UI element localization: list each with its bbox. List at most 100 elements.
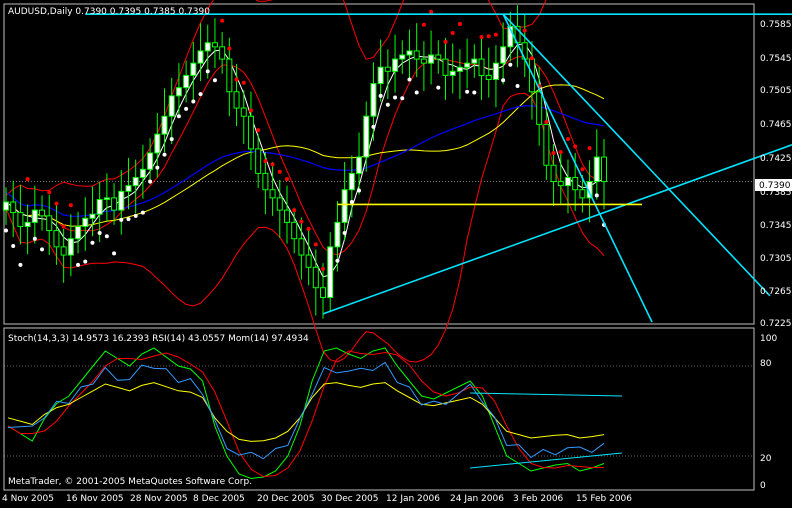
- sar-dot: [25, 177, 30, 182]
- sar-dot: [270, 162, 275, 167]
- candle-body: [39, 209, 46, 217]
- stoch-signal-line: [7, 350, 604, 478]
- candle-body: [31, 209, 38, 223]
- candle-body: [442, 58, 449, 76]
- candle-body: [384, 66, 391, 72]
- candle-body: [492, 62, 499, 80]
- price-label: 0.7585: [760, 20, 792, 30]
- candle-body: [262, 172, 269, 191]
- candle-body: [348, 172, 355, 191]
- sar-dot: [184, 106, 189, 111]
- candle-body: [247, 115, 254, 150]
- chart-window: AUDUSD,Daily 0.7390 0.7395 0.7385 0.7390…: [0, 0, 792, 504]
- oscillators: [4, 347, 754, 480]
- candle-body: [572, 176, 579, 191]
- ma-white: [5, 43, 605, 278]
- candle-body: [233, 91, 240, 109]
- sar-dot: [220, 18, 225, 23]
- sar-dot: [501, 78, 506, 83]
- sar-dot: [385, 102, 390, 107]
- sar-dot: [198, 92, 203, 97]
- sar-dot: [11, 244, 16, 249]
- candle-body: [485, 74, 492, 80]
- sar-dot: [558, 150, 563, 155]
- candle-body: [283, 209, 290, 223]
- date-label: 8 Dec 2005: [193, 494, 245, 504]
- candle-body: [550, 164, 557, 183]
- candle-body: [471, 58, 478, 64]
- sar-dot: [472, 90, 477, 95]
- candle-body: [363, 115, 370, 158]
- sar-dot: [594, 193, 599, 198]
- osc-axis-label: 100: [760, 334, 777, 344]
- candle-body: [435, 54, 442, 60]
- candle-body: [428, 54, 435, 64]
- sar-dot: [176, 114, 181, 119]
- fan-line-steep: [502, 13, 653, 323]
- sar-dot: [465, 89, 470, 94]
- sar-dot: [551, 150, 556, 155]
- sar-dot: [292, 208, 297, 213]
- sar-dot: [248, 108, 253, 113]
- sar-dot: [212, 78, 217, 83]
- date-label: 15 Feb 2006: [576, 494, 632, 504]
- candle-body: [3, 201, 9, 211]
- sar-dot: [68, 203, 73, 208]
- sar-dot: [256, 128, 261, 133]
- candle-body: [593, 156, 600, 183]
- date-axis: 4 Nov 2005 16 Nov 2005 28 Nov 2005 8 Dec…: [2, 494, 632, 504]
- sar-dot: [429, 9, 434, 14]
- candle-body: [183, 74, 190, 89]
- sar-dot: [486, 34, 491, 39]
- current-price-label: 0.7390: [759, 181, 791, 191]
- candle-body: [89, 213, 96, 219]
- candle-body: [211, 42, 218, 48]
- candle-body: [154, 133, 161, 154]
- sar-dot: [371, 124, 376, 129]
- candle-body: [305, 254, 312, 268]
- candle-body: [413, 50, 420, 60]
- candle-body: [320, 287, 327, 299]
- price-axis: 0.7585 0.7545 0.7505 0.7465 0.7425 0.738…: [760, 20, 792, 329]
- sar-dot: [241, 80, 246, 85]
- bollinger-upper: [5, 0, 547, 196]
- sar-dot: [126, 217, 131, 222]
- candle-body: [46, 215, 53, 232]
- candle-body: [226, 58, 233, 93]
- candle-body: [168, 95, 175, 117]
- fan-line-shallow: [502, 13, 771, 297]
- uptrend-line: [322, 144, 792, 315]
- candle-body: [118, 190, 125, 211]
- candle-body: [464, 62, 471, 68]
- sar-dot: [544, 119, 549, 124]
- sar-dot: [61, 224, 66, 229]
- sar-dot: [97, 230, 102, 235]
- sar-dot: [90, 240, 95, 245]
- sar-dot: [155, 165, 160, 170]
- candle-body: [255, 148, 262, 174]
- moving-averages: [5, 43, 605, 278]
- sar-dot: [191, 99, 196, 104]
- osc-axis-label: 20: [760, 454, 772, 464]
- sar-dot: [529, 56, 534, 61]
- sar-dot: [40, 247, 45, 252]
- candle-body: [312, 266, 319, 289]
- price-label: 0.7225: [760, 319, 792, 329]
- sar-dot: [104, 234, 109, 239]
- candle-body: [147, 152, 154, 170]
- date-label: 12 Jan 2006: [386, 494, 440, 504]
- candle-body: [96, 199, 103, 215]
- candle-body: [175, 87, 182, 97]
- sar-dot: [349, 199, 354, 204]
- sar-dot: [573, 144, 578, 149]
- price-label: 0.7345: [760, 221, 792, 231]
- candle-body: [103, 197, 110, 201]
- sar-dot: [587, 146, 592, 151]
- sar-dot: [18, 262, 23, 267]
- sar-dot: [450, 30, 455, 35]
- sar-dot: [83, 259, 88, 264]
- candle-body: [132, 176, 139, 187]
- sar-dot: [205, 69, 210, 74]
- osc-axis-label: 80: [760, 359, 772, 369]
- candle-body: [579, 189, 586, 199]
